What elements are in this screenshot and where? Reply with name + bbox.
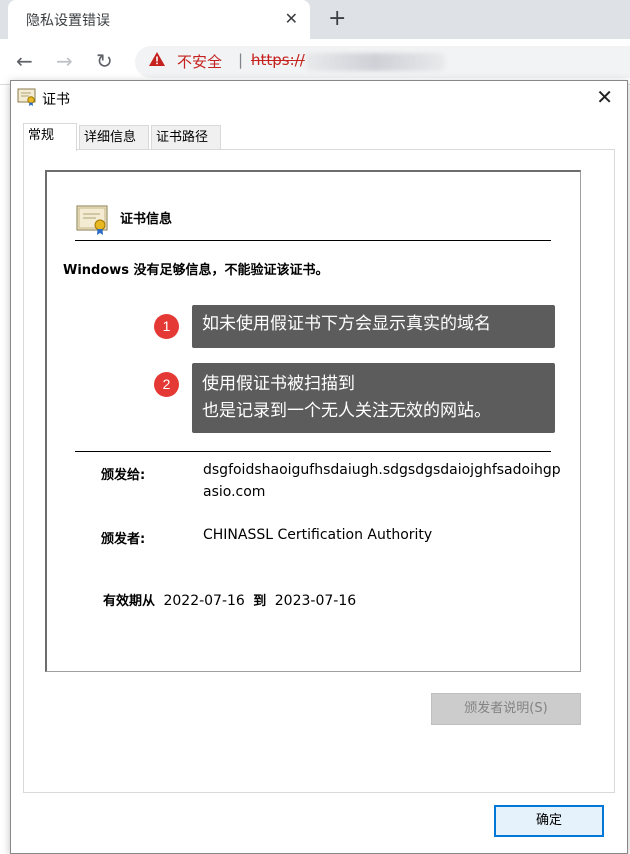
issued-by-value: CHINASSL Certification Authority <box>203 527 433 543</box>
issued-to-value: dsgfoidshaoigufhsdaiugh.sdgsdgsdaiojghfs… <box>203 462 561 500</box>
issued-to-label: 颁发给: <box>101 468 146 483</box>
blurred-url <box>305 53 445 71</box>
dialog-titlebar: 证书 ✕ <box>11 81 627 115</box>
reload-icon[interactable]: ↻ <box>96 49 113 73</box>
annotation-text: 使用假证书被扫描到 <box>202 374 355 394</box>
divider <box>75 451 551 452</box>
not-secure-label[interactable]: 不安全 <box>177 51 222 72</box>
validity-period: 有效期从 2022-07-16 到 2023-07-16 <box>103 590 360 609</box>
browser-tabstrip: 隐私设置错误 ✕ + <box>0 0 630 39</box>
forward-arrow-icon[interactable]: → <box>56 49 73 73</box>
cert-info-heading: 证书信息 <box>120 212 173 227</box>
tab-general[interactable]: 常规 <box>23 123 77 151</box>
dialog-title: 证书 <box>42 92 70 108</box>
certificate-dialog: 证书 ✕ 常规 详细信息 证书路径 证书信息 Windows 没有足够信息，不能… <box>10 80 628 854</box>
annotation-callout: 如未使用假证书下方会显示真实的域名 <box>192 305 555 348</box>
valid-to-date: 2023-07-16 <box>274 593 357 609</box>
issued-by-label: 颁发者: <box>101 532 146 547</box>
annotation-number-badge: 2 <box>154 372 179 397</box>
new-tab-icon[interactable]: + <box>328 6 346 31</box>
divider <box>75 240 551 241</box>
back-arrow-icon[interactable]: ← <box>16 49 33 73</box>
tab-cert-path[interactable]: 证书路径 <box>151 125 221 150</box>
url-scheme[interactable]: https:// <box>251 51 305 69</box>
browser-tab[interactable]: 隐私设置错误 ✕ <box>8 0 310 39</box>
cert-warning-text: Windows 没有足够信息，不能验证该证书。 <box>63 263 329 278</box>
certificate-icon <box>17 88 37 106</box>
certificate-large-icon <box>76 204 110 236</box>
tab-title: 隐私设置错误 <box>26 13 110 29</box>
omnibox-separator: | <box>238 51 244 69</box>
annotation-number-badge: 1 <box>154 314 179 339</box>
validity-to-word: 到 <box>253 594 267 609</box>
tab-details[interactable]: 详细信息 <box>79 125 149 150</box>
issuer-statement-button[interactable]: 颁发者说明(S) <box>431 693 581 725</box>
annotation-text: 如未使用假证书下方会显示真实的域名 <box>202 314 491 334</box>
general-tab-panel: 证书信息 Windows 没有足够信息，不能验证该证书。 1 如未使用假证书下方… <box>23 149 615 793</box>
browser-toolbar: ← → ↻ 不安全 | https:// <box>0 39 630 85</box>
annotation-callout: 使用假证书被扫描到 也是记录到一个无人关注无效的网站。 <box>192 363 555 433</box>
tab-close-icon[interactable]: ✕ <box>285 9 298 28</box>
valid-from-date: 2022-07-16 <box>163 593 245 609</box>
annotation-text: 也是记录到一个无人关注无效的网站。 <box>202 401 491 421</box>
ok-button[interactable]: 确定 <box>494 805 604 837</box>
address-bar[interactable]: 不安全 | https:// <box>135 46 630 78</box>
validity-from-label: 有效期从 <box>103 594 156 609</box>
warning-triangle-icon[interactable] <box>149 52 165 70</box>
dialog-close-icon[interactable]: ✕ <box>596 85 613 109</box>
certificate-info-box: 证书信息 Windows 没有足够信息，不能验证该证书。 1 如未使用假证书下方… <box>45 170 581 672</box>
